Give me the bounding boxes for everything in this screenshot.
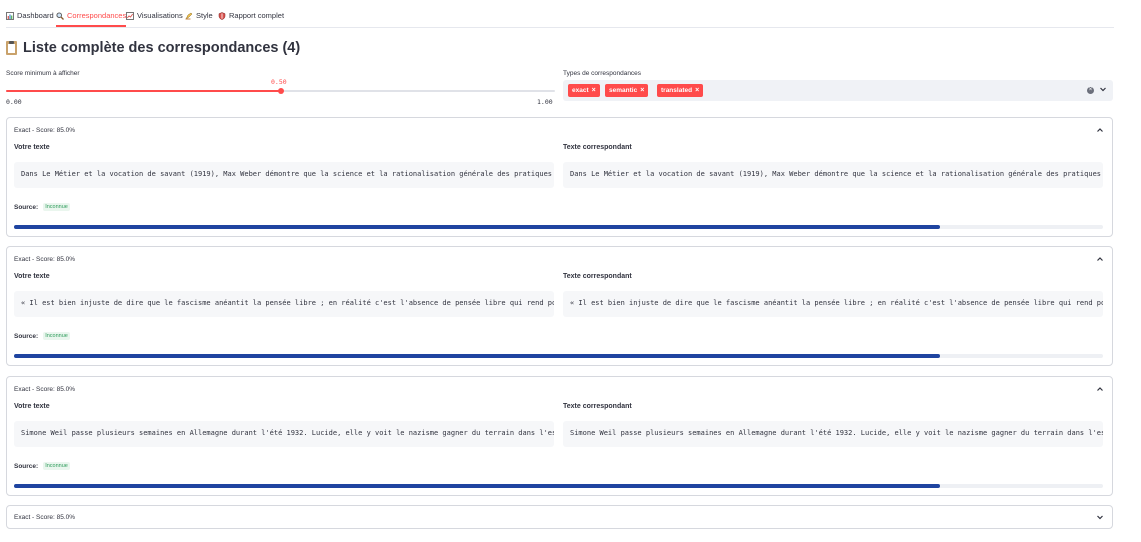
match-header[interactable]: Exact - Score: 85.0% [14, 256, 75, 263]
matched-text: Dans Le Métier et la vocation de savant … [570, 170, 1102, 178]
tab-bar: Dashboard Correspondances Visualisations… [6, 0, 1114, 28]
score-progress-fill [14, 225, 940, 229]
matched-text-box: « Il est bien injuste de dire que le fas… [563, 291, 1103, 317]
your-text-heading: Votre texte [14, 403, 50, 410]
chevron-up-icon[interactable] [1096, 385, 1104, 393]
chevron-up-icon[interactable] [1096, 255, 1104, 263]
clear-all-icon[interactable]: × [1087, 87, 1094, 94]
score-progress-fill [14, 354, 940, 358]
score-slider-label: Score minimum à afficher [6, 70, 80, 77]
your-text: Dans Le Métier et la vocation de savant … [21, 170, 553, 178]
your-text: « Il est bien injuste de dire que le fas… [21, 299, 554, 307]
tab-label: Visualisations [137, 11, 183, 20]
tab-rapport-complet[interactable]: Rapport complet [218, 9, 284, 27]
matched-text: Simone Weil passe plusieurs semaines en … [570, 429, 1103, 437]
source-row: Source: Inconnue [14, 332, 70, 340]
tab-correspondances[interactable]: Correspondances [56, 9, 127, 27]
chip-remove-icon[interactable]: × [695, 84, 699, 97]
score-progress [14, 225, 1103, 229]
source-row: Source: Inconnue [14, 462, 70, 470]
your-text-heading: Votre texte [14, 273, 50, 280]
tab-label: Correspondances [67, 11, 127, 20]
types-multiselect[interactable]: exact × semantic × translated × × [563, 80, 1113, 101]
match-expander: Exact - Score: 85.0% [6, 505, 1113, 529]
chip-remove-icon[interactable]: × [640, 84, 644, 97]
score-slider-thumb[interactable] [277, 88, 284, 94]
tab-label: Style [196, 11, 213, 20]
shield-icon [218, 12, 226, 20]
matched-text-box: Dans Le Métier et la vocation de savant … [563, 162, 1103, 188]
chip-label: exact [572, 87, 589, 94]
chip-label: translated [661, 87, 693, 94]
score-progress [14, 354, 1103, 358]
page-title-text: Liste complète des correspondances (4) [23, 40, 301, 56]
bar-chart-icon [6, 12, 14, 20]
match-header[interactable]: Exact - Score: 85.0% [14, 514, 75, 521]
source-label: Source: [14, 462, 39, 470]
source-label: Source: [14, 332, 39, 340]
chart-icon [126, 12, 134, 20]
match-expander: Exact - Score: 85.0% Votre texte Texte c… [6, 117, 1113, 237]
your-text: Simone Weil passe plusieurs semaines en … [21, 429, 554, 437]
match-expander: Exact - Score: 85.0% Votre texte Texte c… [6, 246, 1113, 366]
match-header[interactable]: Exact - Score: 85.0% [14, 386, 75, 393]
matched-text-heading: Texte correspondant [563, 273, 632, 280]
tab-label: Dashboard [17, 11, 54, 20]
matched-text-heading: Texte correspondant [563, 144, 632, 151]
source-badge: Inconnue [43, 462, 70, 470]
tab-style[interactable]: Style [185, 9, 213, 27]
your-text-box: Simone Weil passe plusieurs semaines en … [14, 421, 554, 447]
chip-translated[interactable]: translated × [657, 84, 704, 97]
matched-text-heading: Texte correspondant [563, 403, 632, 410]
score-progress-fill [14, 484, 940, 488]
score-slider-min: 0.00 [6, 98, 22, 106]
types-multiselect-label: Types de correspondances [563, 70, 642, 77]
match-header[interactable]: Exact - Score: 85.0% [14, 127, 75, 134]
source-badge: Inconnue [43, 203, 70, 211]
chevron-down-icon[interactable] [1096, 513, 1104, 521]
matched-text: « Il est bien injuste de dire que le fas… [570, 299, 1103, 307]
chip-label: semantic [609, 87, 638, 94]
match-expander: Exact - Score: 85.0% Votre texte Texte c… [6, 376, 1113, 496]
writing-hand-icon [185, 12, 193, 20]
page-title: Liste complète des correspondances (4) [6, 40, 300, 56]
tab-dashboard[interactable]: Dashboard [6, 9, 54, 27]
matched-text-box: Simone Weil passe plusieurs semaines en … [563, 421, 1103, 447]
score-progress [14, 484, 1103, 488]
clipboard-icon [6, 41, 17, 55]
your-text-box: « Il est bien injuste de dire que le fas… [14, 291, 554, 317]
chevron-up-icon[interactable] [1096, 126, 1104, 134]
magnifier-icon [56, 12, 64, 20]
source-badge: Inconnue [43, 332, 70, 340]
tab-visualisations[interactable]: Visualisations [126, 9, 183, 27]
your-text-heading: Votre texte [14, 144, 50, 151]
your-text-box: Dans Le Métier et la vocation de savant … [14, 162, 554, 188]
chip-remove-icon[interactable]: × [592, 84, 596, 97]
chevron-down-icon[interactable] [1099, 85, 1107, 93]
chip-exact[interactable]: exact × [568, 84, 600, 97]
tab-label: Rapport complet [229, 11, 285, 20]
score-slider-fill [6, 90, 281, 92]
source-label: Source: [14, 203, 39, 211]
score-slider-max: 1.00 [537, 98, 553, 106]
score-slider-value: 0.50 [271, 78, 287, 86]
source-row: Source: Inconnue [14, 203, 70, 211]
chip-semantic[interactable]: semantic × [605, 84, 649, 97]
